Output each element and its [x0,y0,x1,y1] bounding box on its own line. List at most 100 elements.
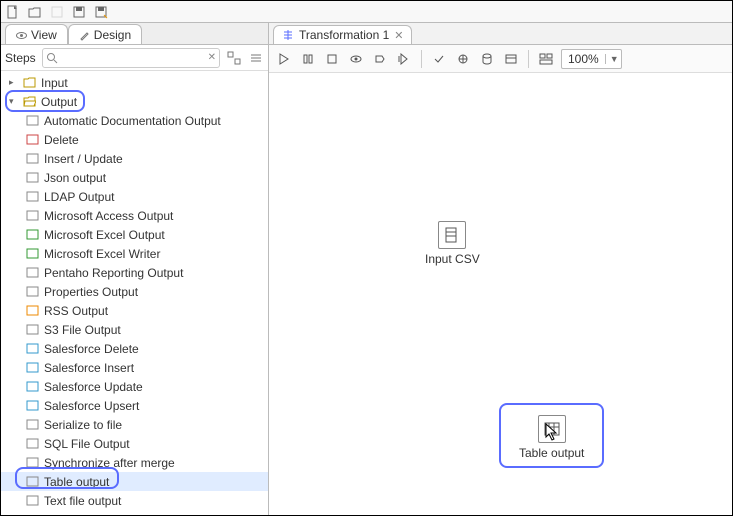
impact-icon[interactable] [454,50,472,68]
pause-icon[interactable] [299,50,317,68]
tree-item[interactable]: Microsoft Excel Writer [1,244,268,263]
tree-item[interactable]: S3 File Output [1,320,268,339]
tree-label: Microsoft Excel Writer [44,247,160,261]
debug-icon[interactable] [371,50,389,68]
tree-item[interactable]: Synchronize after merge [1,453,268,472]
tree-item[interactable]: Microsoft Excel Output [1,225,268,244]
tree-label: Input [41,76,68,90]
editor-tab[interactable]: Transformation 1 ✕ [273,25,412,44]
tab-view-label: View [31,28,57,42]
step-icon [25,304,39,318]
tree-item[interactable]: Pentaho Reporting Output [1,263,268,282]
canvas-node-table-output[interactable]: Table output [499,403,604,468]
canvas-toolbar: 100% ▼ [269,45,732,73]
tree-label: Json output [44,171,106,185]
stop-icon[interactable] [323,50,341,68]
tab-design-label: Design [94,28,131,42]
tree-item[interactable]: Json output [1,168,268,187]
tree-label: Salesforce Upsert [44,399,139,413]
tree-label: SQL File Output [44,437,130,451]
tree-label: Synchronize after merge [44,456,175,470]
left-panel: View Design Steps ✕ [1,23,269,515]
step-icon [25,380,39,394]
preview-icon[interactable] [347,50,365,68]
step-icon [25,399,39,413]
tree-item[interactable]: RSS Output [1,301,268,320]
eye-icon [16,30,27,41]
tab-design[interactable]: Design [68,24,142,44]
tree-item-input-category[interactable]: ▸ Input [1,73,268,92]
tree-label: RSS Output [44,304,108,318]
step-icon [25,171,39,185]
step-icon [25,152,39,166]
chevron-down-icon: ▼ [605,54,619,64]
clear-search-icon[interactable]: ✕ [208,52,216,63]
tree-label: Serialize to file [44,418,122,432]
editor-tab-label: Transformation 1 [299,28,389,42]
tree-item[interactable]: Text file output [1,491,268,510]
step-icon [25,437,39,451]
expand-all-icon[interactable] [226,50,242,66]
new-file-icon[interactable] [5,4,21,20]
main-toolbar [1,1,732,23]
zoom-combo[interactable]: 100% ▼ [561,49,622,69]
canvas[interactable]: Input CSV Table output [269,73,732,515]
show-results-icon[interactable] [537,50,555,68]
step-icon [25,494,39,508]
tree-label: Properties Output [44,285,138,299]
tree-label: Microsoft Excel Output [44,228,165,242]
tab-view[interactable]: View [5,24,68,44]
tree-item[interactable]: Serialize to file [1,415,268,434]
tree-item[interactable]: Delete [1,130,268,149]
folder-icon [22,76,36,90]
tree-label: Output [41,95,77,109]
tree-label: S3 File Output [44,323,121,337]
tree-item[interactable]: SQL File Output [1,434,268,453]
action-icon[interactable] [49,4,65,20]
tree-item[interactable]: Insert / Update [1,149,268,168]
node-label: Input CSV [425,252,480,266]
step-icon [25,342,39,356]
steps-header: Steps ✕ [1,45,268,71]
separator [528,50,529,68]
search-wrap: ✕ [42,48,220,68]
tree-item-table-output[interactable]: Table output [1,472,268,491]
step-icon [25,361,39,375]
canvas-node-input-csv[interactable]: Input CSV [425,221,480,266]
tree-item[interactable]: Salesforce Upsert [1,396,268,415]
tree-item[interactable]: Salesforce Delete [1,339,268,358]
cursor-icon [545,423,559,441]
explore-db-icon[interactable] [502,50,520,68]
verify-icon[interactable] [430,50,448,68]
tree-item[interactable]: Salesforce Insert [1,358,268,377]
tree-label: LDAP Output [44,190,115,204]
transformation-icon [282,29,294,41]
step-icon [25,114,39,128]
replay-icon[interactable] [395,50,413,68]
tree-label: Salesforce Insert [44,361,134,375]
tree-item[interactable]: LDAP Output [1,187,268,206]
tree-label: Salesforce Update [44,380,143,394]
step-icon [25,190,39,204]
tree-item-output-category[interactable]: ▾ Output [1,92,268,111]
tree-label: Pentaho Reporting Output [44,266,183,280]
close-icon[interactable]: ✕ [394,29,403,42]
tree-item[interactable]: Microsoft Access Output [1,206,268,225]
expand-icon: ▸ [9,77,17,88]
step-icon [25,323,39,337]
right-panel: Transformation 1 ✕ 100% ▼ [269,23,732,515]
tree-item[interactable]: Properties Output [1,282,268,301]
run-icon[interactable] [275,50,293,68]
collapse-all-icon[interactable] [248,50,264,66]
save-icon[interactable] [71,4,87,20]
tree-item[interactable]: Automatic Documentation Output [1,111,268,130]
zoom-value: 100% [568,52,599,66]
tree-item[interactable]: Salesforce Update [1,377,268,396]
open-file-icon[interactable] [27,4,43,20]
tree-label: Insert / Update [44,152,123,166]
sql-icon[interactable] [478,50,496,68]
search-input[interactable] [42,48,220,68]
separator [421,50,422,68]
save-as-icon[interactable] [93,4,109,20]
collapse-icon: ▾ [9,96,17,107]
